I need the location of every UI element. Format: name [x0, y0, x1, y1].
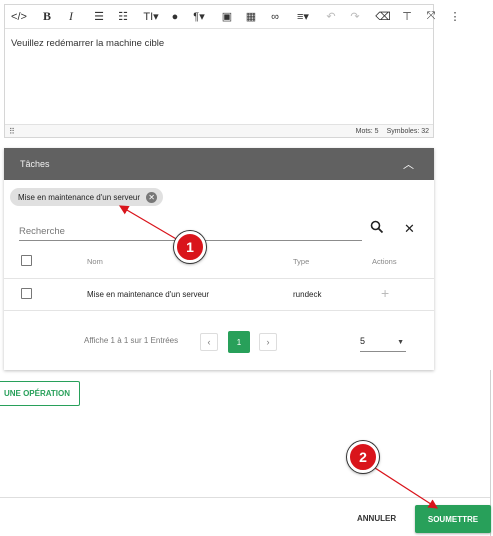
footer-divider: [0, 497, 490, 498]
more-icon[interactable]: ⋮: [445, 7, 465, 27]
tasks-panel-title: Tâches: [20, 159, 50, 169]
caret-down-icon: ▼: [397, 339, 404, 346]
rows-per-page-select[interactable]: 5 ▼: [360, 336, 406, 352]
column-header-actions: Actions: [372, 257, 397, 266]
row-checkbox[interactable]: [21, 288, 32, 299]
link-icon[interactable]: ∞: [265, 7, 285, 27]
remove-chip-icon[interactable]: ✕: [146, 191, 158, 203]
selected-task-chip[interactable]: Mise en maintenance d'un serveur ✕: [10, 188, 164, 206]
bold-icon[interactable]: B: [37, 7, 57, 27]
next-page-button[interactable]: ›: [259, 333, 277, 351]
column-header-name[interactable]: Nom: [87, 257, 103, 266]
callout-badge-1: 1: [174, 231, 206, 263]
editor-toolbar: </> B I ☰ ☷ TI▾ ● ¶▾ ▣ ▦ ∞ ≡▾ ↶ ↷ ⌫ ⊤ ⤧ ⋮: [5, 5, 461, 29]
editor-content[interactable]: Veuillez redémarrer la machine cible: [5, 29, 433, 125]
resize-grip-icon[interactable]: ⠿: [9, 127, 15, 136]
pagination-info: Affiche 1 à 1 sur 1 Entrées: [84, 336, 179, 345]
symbol-count: Symboles: 32: [386, 127, 429, 135]
align-icon[interactable]: ≡▾: [293, 7, 313, 27]
table-icon[interactable]: ▦: [241, 7, 261, 27]
row-task-type: rundeck: [293, 290, 322, 299]
rich-text-editor[interactable]: </> B I ☰ ☷ TI▾ ● ¶▾ ▣ ▦ ∞ ≡▾ ↶ ↷ ⌫ ⊤ ⤧ ⋮ Veuillez redéma…: [4, 4, 461, 138]
bullet-list-icon[interactable]: ☰: [89, 7, 109, 27]
paragraph-icon[interactable]: ¶▾: [189, 7, 209, 27]
italic-icon[interactable]: I: [61, 7, 81, 27]
numbered-list-icon[interactable]: ☷: [113, 7, 133, 27]
chip-label: Mise en maintenance d'un serveur: [18, 192, 141, 202]
close-icon[interactable]: ✕: [404, 221, 415, 237]
row-divider: [4, 278, 434, 279]
current-page-button[interactable]: 1: [228, 331, 250, 353]
undo-icon[interactable]: ↶: [321, 7, 341, 27]
code-view-icon[interactable]: </>: [9, 7, 29, 27]
redo-icon[interactable]: ↷: [345, 7, 365, 27]
eraser-icon[interactable]: ⌫: [373, 7, 393, 27]
rows-per-page-value: 5: [360, 336, 366, 346]
row-task-name: Mise en maintenance d'un serveur: [87, 290, 210, 299]
font-size-icon[interactable]: TI▾: [141, 7, 161, 27]
previous-page-button[interactable]: ‹: [200, 333, 218, 351]
word-count: Mots: 5: [355, 127, 379, 135]
format-painter-icon[interactable]: ⊤: [397, 7, 417, 27]
cancel-button[interactable]: ANNULER: [357, 514, 396, 523]
tasks-panel: Tâches ︿ Mise en maintenance d'un serveu…: [4, 148, 434, 370]
text-color-icon[interactable]: ●: [165, 7, 185, 27]
row-divider: [4, 310, 434, 311]
search-icon[interactable]: [370, 220, 384, 234]
image-icon[interactable]: ▣: [217, 7, 237, 27]
add-task-icon[interactable]: +: [381, 285, 389, 301]
select-all-checkbox[interactable]: [21, 255, 32, 266]
add-operation-button[interactable]: UNE OPÉRATION: [0, 381, 80, 406]
submit-button[interactable]: SOUMETTRE: [415, 505, 491, 533]
callout-arrow-2: [374, 467, 439, 509]
chevron-up-icon[interactable]: ︿: [403, 156, 414, 172]
column-header-type[interactable]: Type: [293, 257, 309, 266]
callout-badge-2: 2: [347, 441, 379, 473]
editor-statusbar: ⠿ Mots: 5 Symboles: 32: [5, 124, 433, 137]
tasks-panel-header[interactable]: Tâches ︿: [4, 148, 434, 180]
fullscreen-icon[interactable]: ⤧: [421, 7, 441, 27]
